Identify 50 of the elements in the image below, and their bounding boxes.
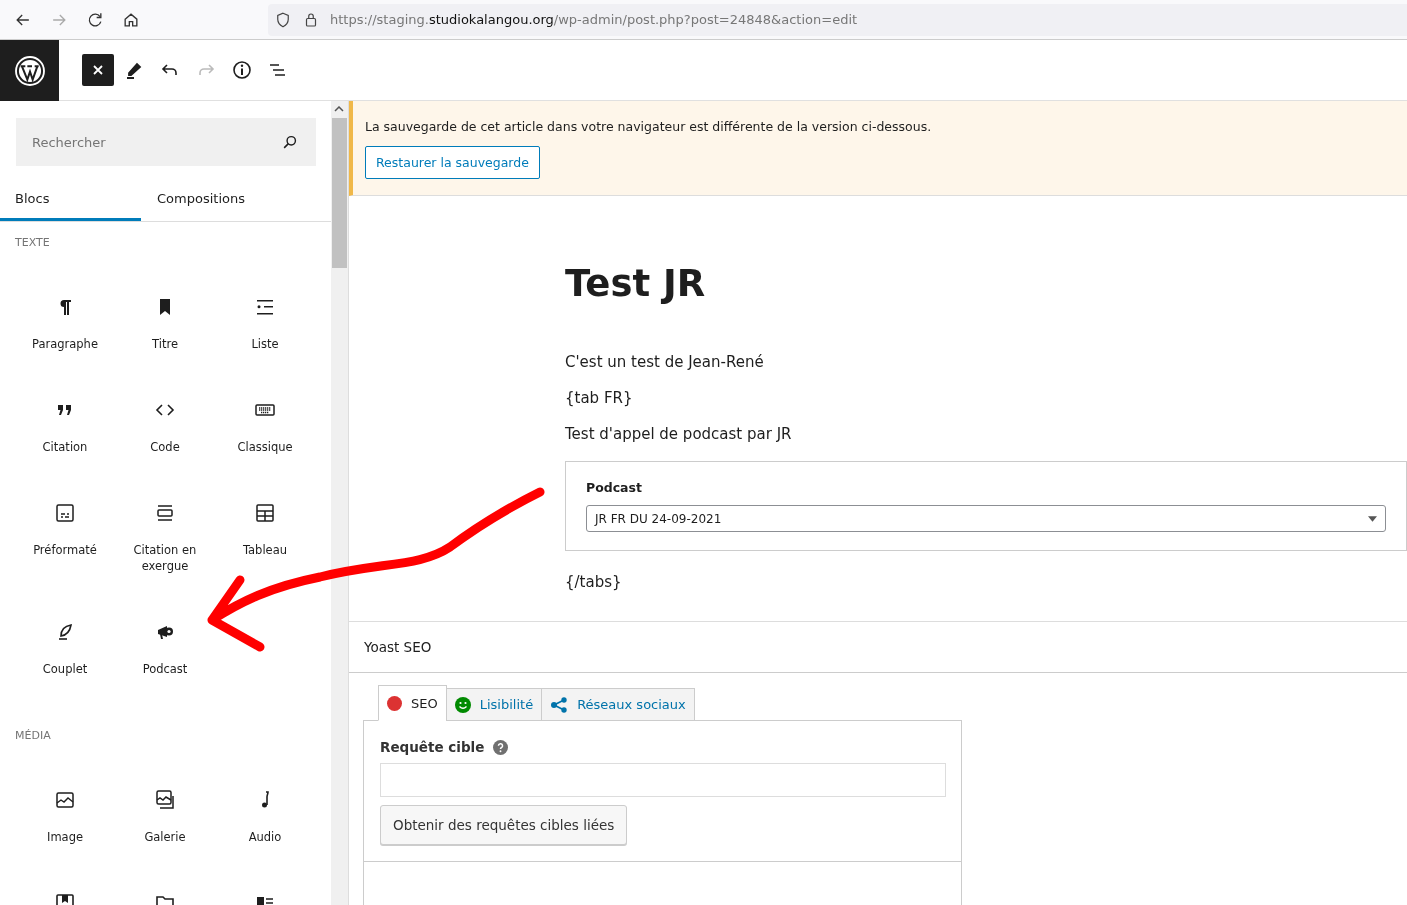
related-keyphrases-button[interactable]: Obtenir des requêtes cibles liées (380, 805, 628, 845)
block-label[interactable]: Citation en exergue (120, 542, 210, 574)
yoast-title: Yoast SEO (364, 639, 432, 655)
block-label[interactable]: Paragraphe (20, 336, 110, 352)
block-label[interactable]: Classique (220, 439, 310, 455)
paragraph[interactable]: {tab FR} (565, 389, 1407, 407)
block-label[interactable]: Code (120, 439, 210, 455)
paragraph[interactable]: Test d'appel de podcast par JR (565, 425, 1407, 443)
paragraph[interactable]: {/tabs} (565, 573, 1407, 591)
post-title[interactable]: Test JR (565, 262, 1407, 305)
block-label[interactable]: Audio (220, 829, 310, 845)
category-heading: TEXTE (14, 236, 51, 249)
inserter-tab[interactable]: Compositions (141, 178, 282, 221)
podcast-select[interactable]: JR FR DU 24-09-2021 (586, 505, 1386, 532)
shield-icon (274, 10, 292, 29)
podcast-label: Podcast (586, 480, 643, 495)
dropdown-caret-icon (1368, 515, 1377, 522)
table-icon[interactable] (253, 501, 277, 525)
keyphrase-label: Requête cible (380, 739, 485, 755)
preformatted-icon[interactable] (53, 501, 77, 525)
block-label[interactable]: Podcast (120, 661, 210, 677)
search-field[interactable]: Rechercher (16, 118, 317, 166)
share-icon (550, 695, 569, 714)
scrollbar-track[interactable] (331, 101, 348, 905)
block-label[interactable]: Couplet (20, 661, 110, 677)
block-label[interactable]: Image (20, 829, 110, 845)
help-icon[interactable] (493, 739, 509, 755)
keyphrase-field[interactable] (380, 763, 946, 797)
category-heading: MÉDIA (14, 729, 52, 742)
address-bar[interactable]: https://staging.studiokalangou.org/wp-admin/post.php?post=24848&action=edit (268, 3, 1407, 36)
podcast-block[interactable]: Podcast JR FR DU 24-09-2021 (565, 461, 1407, 551)
wordpress-logo[interactable] (0, 40, 59, 101)
seo-tab[interactable]: Réseaux sociaux (541, 688, 695, 721)
block-label[interactable]: Tableau (220, 542, 310, 558)
seo-tab[interactable]: Lisibilité (445, 688, 543, 721)
url-text: https://staging.studiokalangou.org/wp-admin/post.php?post=24848&action=edit (330, 12, 858, 27)
seo-tab[interactable]: SEO (378, 685, 447, 721)
block-label[interactable]: Citation (20, 439, 110, 455)
block-label[interactable]: Titre (120, 336, 210, 352)
gallery-icon[interactable] (153, 788, 177, 812)
block-label[interactable]: Préformaté (20, 542, 110, 558)
block-label[interactable]: Liste (220, 336, 310, 352)
panel-header[interactable]: Yoast SEO (349, 622, 1407, 673)
close-icon[interactable] (82, 54, 114, 86)
notice-text: La sauvegarde de cet article dans votre navigateur est différente de la version ci-dessous. (365, 119, 932, 134)
paragraph[interactable]: C'est un test de Jean-René (565, 353, 1407, 371)
block-label[interactable]: Galerie (120, 829, 210, 845)
scrollbar-thumb[interactable] (332, 118, 348, 268)
restore-button[interactable]: Restaurer la sauvegarde (365, 146, 540, 179)
inserter-tab[interactable]: Blocs (0, 178, 141, 221)
